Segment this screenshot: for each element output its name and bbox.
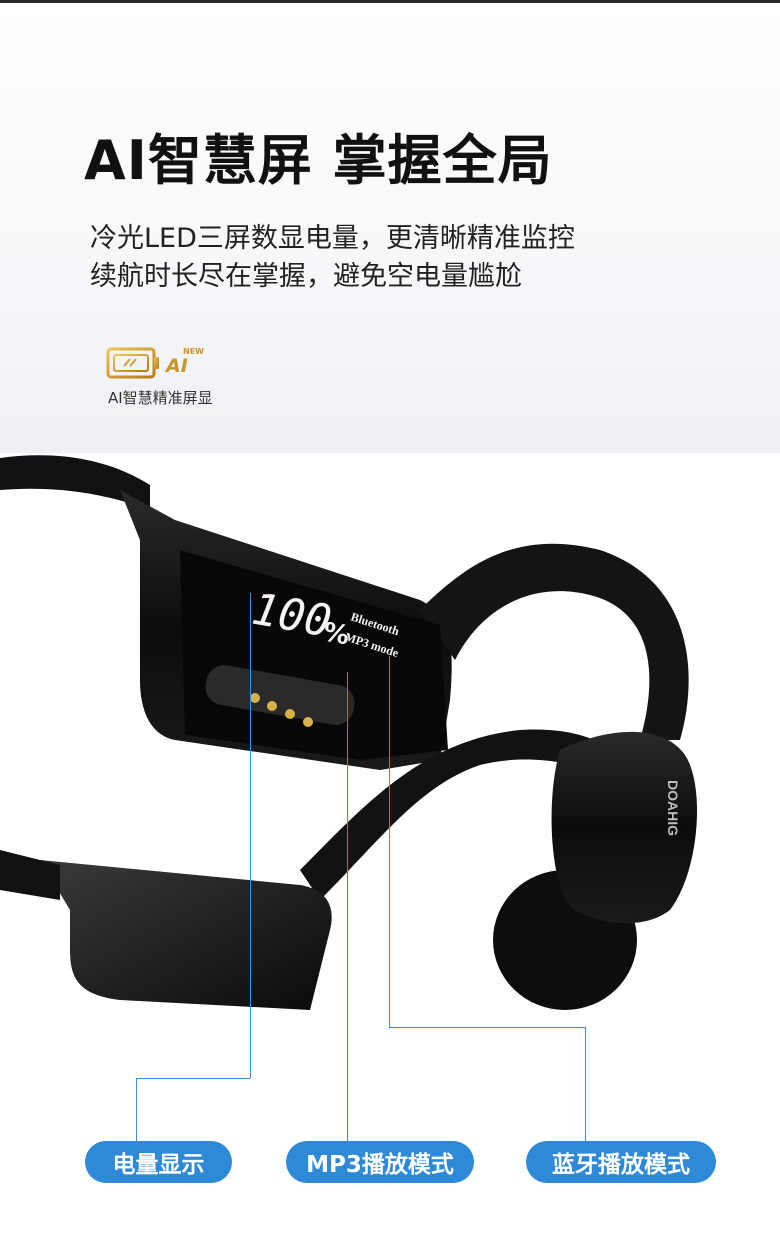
description-line-1: 冷光LED三屏数显电量，更清晰精准监控 — [90, 223, 575, 254]
bluetooth-mode-label: 蓝牙播放模式 — [526, 1141, 716, 1183]
ai-screen-icon — [106, 347, 159, 379]
callout-line-bluetooth-horizontal — [389, 1027, 585, 1028]
callout-line-mp3 — [347, 672, 348, 1141]
earphone-illustration: 100 % Bluetooth MP3 mode DOAHIG — [0, 455, 697, 1010]
badge-caption: AI智慧精准屏显 — [108, 389, 213, 407]
description-line-2: 续航时长尽在掌握，避免空电量尴尬 — [90, 261, 522, 292]
lower-module — [40, 860, 332, 1010]
ai-label: AI — [166, 355, 188, 377]
callout-line-bluetooth-vertical — [389, 656, 390, 1027]
callout-line-battery-horizontal — [136, 1078, 250, 1079]
ai-feature-badge: NEW AI AI智慧精准屏显 — [106, 343, 226, 413]
mp3-mode-label: MP3播放模式 — [286, 1141, 474, 1183]
callout-line-battery-vertical — [250, 593, 251, 1078]
page-title: AI智慧屏 掌握全局 — [84, 129, 553, 192]
callout-line-battery-drop — [136, 1078, 137, 1141]
callout-line-bluetooth-drop — [585, 1027, 586, 1141]
brand-logo: DOAHIG — [665, 780, 681, 836]
feature-description: 冷光LED三屏数显电量，更清晰精准监控 续航时长尽在掌握，避免空电量尴尬 — [90, 220, 690, 296]
battery-display-label: 电量显示 — [85, 1141, 232, 1183]
